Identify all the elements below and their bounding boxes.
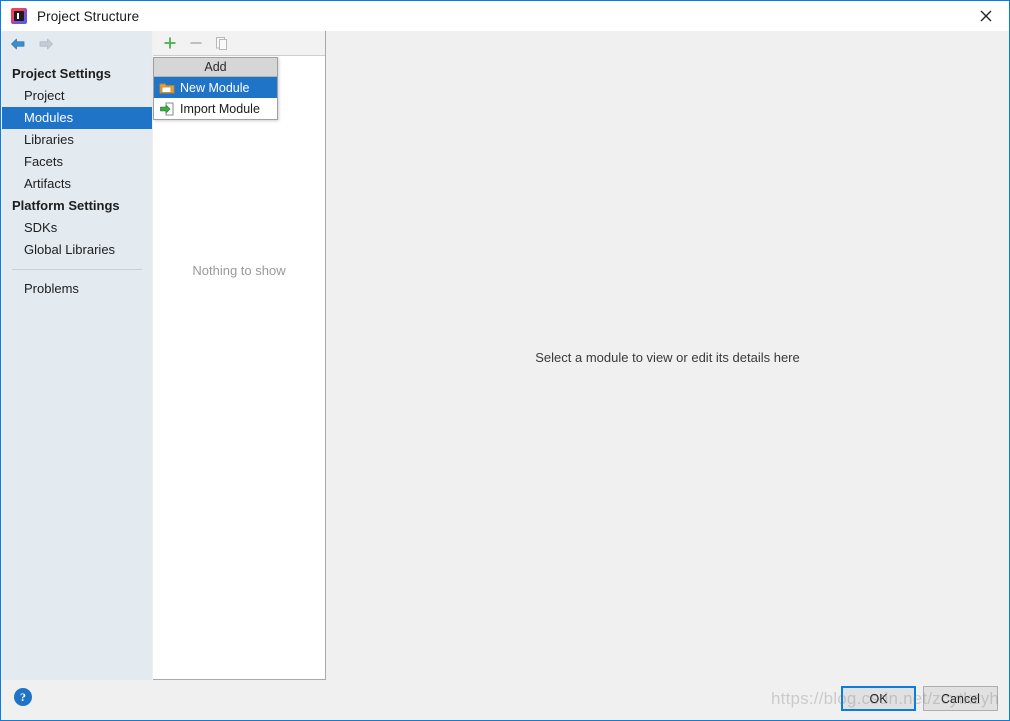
project-structure-dialog: Project Structure Project Settings Proje… bbox=[0, 0, 1010, 721]
help-icon[interactable]: ? bbox=[14, 688, 32, 706]
menu-item-label: New Module bbox=[180, 80, 250, 95]
sidebar-item-problems[interactable]: Problems bbox=[2, 278, 152, 300]
title-bar: Project Structure bbox=[1, 1, 1009, 31]
plus-icon[interactable] bbox=[163, 36, 177, 50]
minus-icon bbox=[189, 36, 203, 50]
sidebar-item-modules[interactable]: Modules bbox=[2, 107, 152, 129]
new-folder-icon bbox=[159, 80, 175, 96]
forward-arrow-icon[interactable] bbox=[38, 37, 54, 51]
popup-header-add: Add bbox=[154, 58, 277, 77]
settings-nav-list: Project Settings Project Modules Librari… bbox=[2, 57, 152, 300]
navigation-arrows bbox=[2, 31, 152, 57]
dialog-button-bar: OK Cancel bbox=[841, 686, 998, 711]
sidebar-item-facets[interactable]: Facets bbox=[2, 151, 152, 173]
settings-sidebar: Project Settings Project Modules Librari… bbox=[2, 31, 152, 681]
sidebar-item-artifacts[interactable]: Artifacts bbox=[2, 173, 152, 195]
sidebar-item-global-libraries[interactable]: Global Libraries bbox=[2, 239, 152, 261]
close-button[interactable] bbox=[963, 1, 1009, 30]
back-arrow-icon[interactable] bbox=[10, 37, 26, 51]
add-popup-menu: Add New Module Import Module bbox=[153, 57, 278, 120]
cancel-button[interactable]: Cancel bbox=[923, 686, 998, 711]
detail-placeholder-text: Select a module to view or edit its deta… bbox=[535, 350, 800, 365]
sidebar-item-project[interactable]: Project bbox=[2, 85, 152, 107]
modules-list-panel: Nothing to show bbox=[153, 31, 326, 680]
modules-toolbar bbox=[153, 31, 325, 56]
module-detail-panel: Select a module to view or edit its deta… bbox=[327, 31, 1008, 681]
sidebar-group-project-settings: Project Settings bbox=[12, 66, 111, 81]
close-icon bbox=[980, 10, 992, 21]
intellij-idea-icon bbox=[11, 8, 27, 24]
dialog-footer: ? OK Cancel bbox=[2, 680, 1008, 719]
import-arrow-icon bbox=[159, 101, 175, 117]
empty-state-label: Nothing to show bbox=[192, 263, 286, 278]
copy-icon bbox=[215, 36, 229, 51]
menu-item-new-module[interactable]: New Module bbox=[154, 77, 277, 98]
sidebar-divider bbox=[12, 269, 142, 270]
menu-item-label: Import Module bbox=[180, 101, 260, 116]
window-title: Project Structure bbox=[37, 8, 140, 24]
sidebar-item-sdks[interactable]: SDKs bbox=[2, 217, 152, 239]
menu-item-import-module[interactable]: Import Module bbox=[154, 98, 277, 119]
sidebar-item-libraries[interactable]: Libraries bbox=[2, 129, 152, 151]
sidebar-group-platform-settings: Platform Settings bbox=[12, 198, 120, 213]
ok-button[interactable]: OK bbox=[841, 686, 916, 711]
